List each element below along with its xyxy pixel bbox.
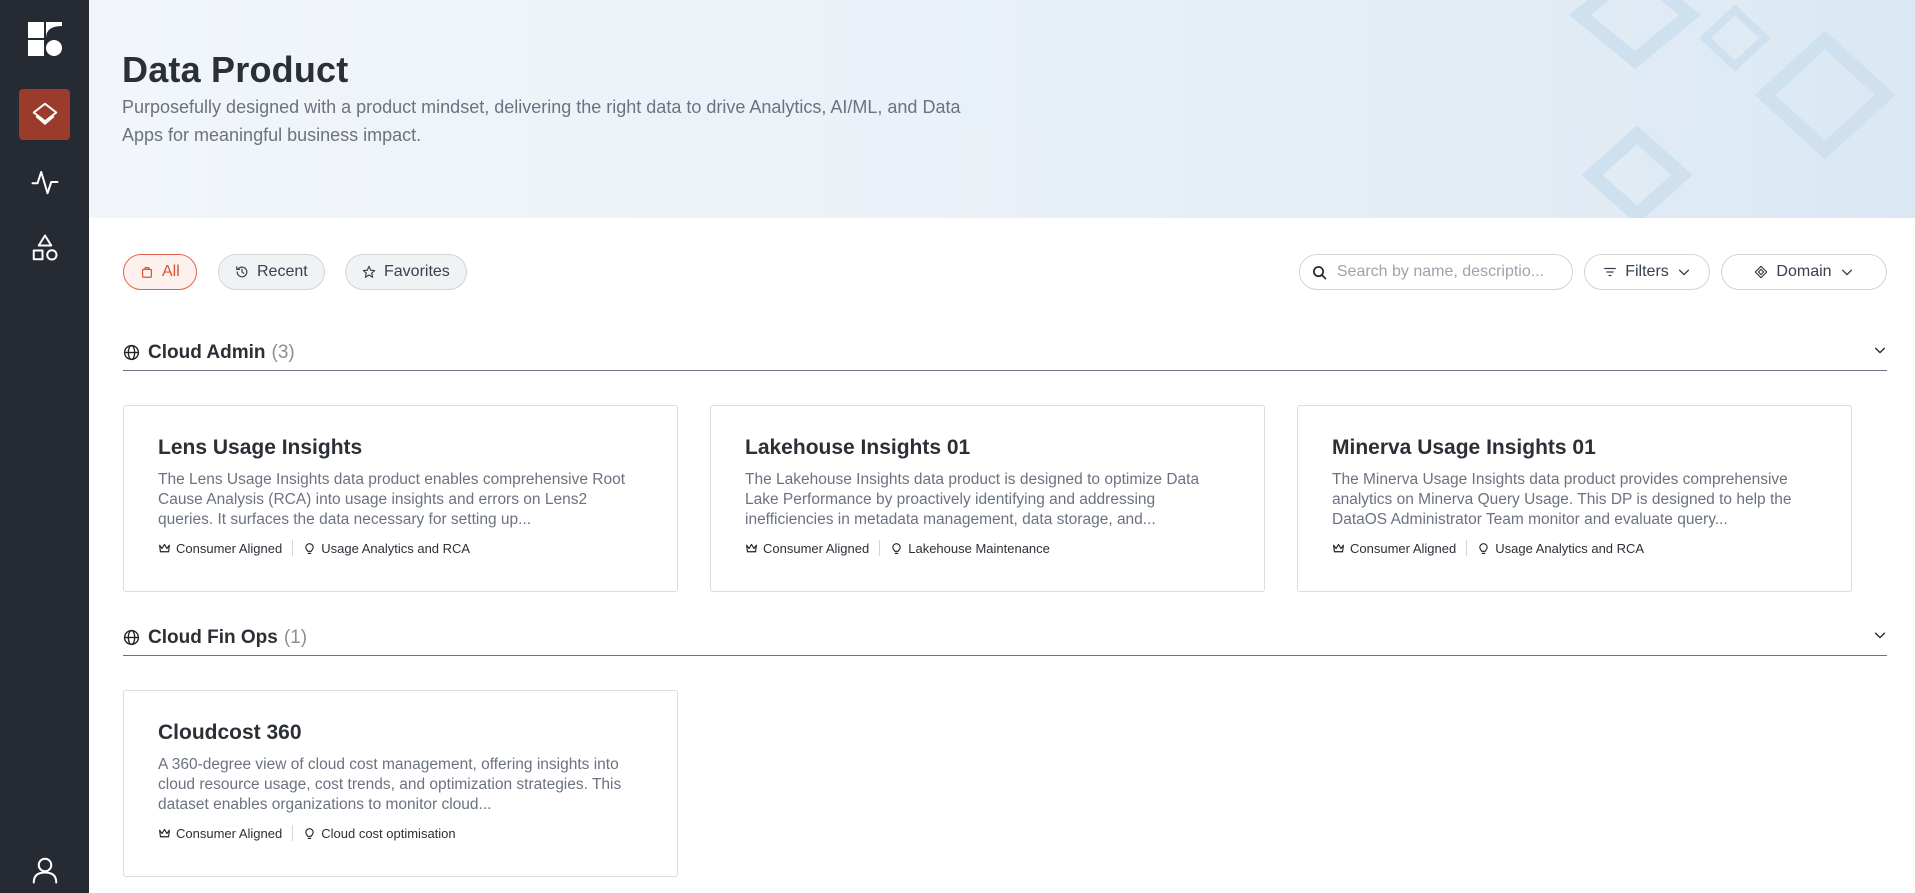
search-input[interactable] <box>1336 263 1560 281</box>
card-title: Lakehouse Insights 01 <box>745 436 971 459</box>
domain-icon <box>1755 265 1768 279</box>
product-card[interactable]: Lens Usage Insights The Lens Usage Insig… <box>123 405 678 592</box>
page-subtitle: Purposefully designed with a product min… <box>122 97 961 145</box>
product-card[interactable]: Cloudcost 360 A 360-degree view of cloud… <box>123 690 678 877</box>
tag-use-case: Usage Analytics and RCA <box>1477 541 1644 556</box>
lightbulb-icon <box>305 827 314 839</box>
card-tags: Consumer Aligned Cloud cost optimisation <box>158 825 643 841</box>
domain-dropdown[interactable]: Domain <box>1721 254 1887 290</box>
tag-alignment: Consumer Aligned <box>1332 541 1456 556</box>
card-title: Lens Usage Insights <box>158 436 363 459</box>
card-title: Cloudcost 360 <box>158 721 302 744</box>
card-description: The Minerva Usage Insights data product … <box>1332 471 1792 528</box>
tag-alignment: Consumer Aligned <box>158 826 282 841</box>
nav-profile[interactable] <box>19 844 70 893</box>
section-count: (1) <box>283 626 308 648</box>
search-box[interactable] <box>1299 254 1573 290</box>
lightbulb-icon <box>892 542 901 554</box>
section-name: Cloud Fin Ops <box>148 626 278 648</box>
bag-icon <box>142 267 152 278</box>
tab-all[interactable]: All <box>123 254 197 290</box>
app-root: Data Product Purposefully designed with … <box>0 0 1915 893</box>
card-description: The Lakehouse Insights data product is d… <box>745 471 1200 528</box>
tag-alignment-label: Consumer Aligned <box>1350 540 1457 556</box>
tag-alignment-label: Consumer Aligned <box>763 540 870 556</box>
card-tags: Consumer Aligned Usage Analytics and RCA <box>158 540 643 556</box>
tag-alignment-label: Consumer Aligned <box>176 540 283 556</box>
filters-dropdown[interactable]: Filters <box>1584 254 1710 290</box>
section-header-cloud-admin[interactable]: Cloud Admin (3) <box>123 335 1887 371</box>
crown-icon <box>1333 543 1344 552</box>
globe-icon <box>123 629 140 646</box>
tag-use-case-label: Usage Analytics and RCA <box>321 540 471 556</box>
card-description: The Lens Usage Insights data product ena… <box>158 471 626 528</box>
activity-icon <box>31 170 58 194</box>
filter-icon <box>1604 267 1617 277</box>
tag-use-case: Lakehouse Maintenance <box>890 541 1050 556</box>
tab-recent[interactable]: Recent <box>218 254 325 290</box>
lightbulb-icon <box>305 542 314 554</box>
divider <box>292 540 294 556</box>
sidebar <box>0 0 89 893</box>
chevron-down-icon <box>1841 269 1852 276</box>
tag-alignment: Consumer Aligned <box>745 541 869 556</box>
tag-use-case-label: Cloud cost optimisation <box>321 825 456 841</box>
layers-icon <box>32 102 57 125</box>
divider <box>879 540 881 556</box>
nav-activity[interactable] <box>19 156 70 207</box>
chevron-down-icon <box>1678 269 1689 276</box>
nav-shapes[interactable] <box>19 222 70 273</box>
section-count: (3) <box>271 341 295 363</box>
card-tags: Consumer Aligned Lakehouse Maintenance <box>745 540 1230 556</box>
domain-label: Domain <box>1776 263 1832 280</box>
lightbulb-icon <box>1479 542 1488 554</box>
tab-all-label: All <box>162 263 180 280</box>
card-tags: Consumer Aligned Usage Analytics and RCA <box>1332 540 1817 556</box>
tab-favorites-label: Favorites <box>384 263 450 280</box>
divider <box>292 825 294 841</box>
shapes-icon <box>32 234 58 261</box>
tag-use-case: Usage Analytics and RCA <box>303 541 470 556</box>
divider <box>1466 540 1468 556</box>
header-decoration <box>1568 0 1896 218</box>
product-card[interactable]: Lakehouse Insights 01 The Lakehouse Insi… <box>710 405 1265 592</box>
card-title: Minerva Usage Insights 01 <box>1332 436 1596 459</box>
tab-favorites[interactable]: Favorites <box>345 254 467 290</box>
section-header-cloud-fin-ops[interactable]: Cloud Fin Ops (1) <box>123 620 1887 656</box>
tab-recent-label: Recent <box>257 263 308 280</box>
chevron-down-icon[interactable] <box>1873 628 1887 642</box>
logo[interactable] <box>26 20 64 58</box>
filters-label: Filters <box>1625 263 1669 280</box>
chevron-down-icon[interactable] <box>1873 343 1887 357</box>
card-description: A 360-degree view of cloud cost manageme… <box>158 756 622 813</box>
tag-use-case-label: Lakehouse Maintenance <box>908 540 1050 556</box>
tag-use-case: Cloud cost optimisation <box>303 825 456 841</box>
star-icon <box>362 265 376 278</box>
product-card[interactable]: Minerva Usage Insights 01 The Minerva Us… <box>1297 405 1852 592</box>
tag-alignment: Consumer Aligned <box>158 541 282 556</box>
tag-alignment-label: Consumer Aligned <box>176 825 283 841</box>
crown-icon <box>746 543 757 552</box>
tag-use-case-label: Usage Analytics and RCA <box>1495 540 1645 556</box>
history-icon <box>236 266 248 278</box>
section-name: Cloud Admin <box>148 341 266 363</box>
user-icon <box>32 857 57 883</box>
search-icon <box>1313 265 1327 279</box>
globe-icon <box>123 344 140 361</box>
page-title: Data Product <box>122 49 349 90</box>
crown-icon <box>159 543 170 552</box>
crown-icon <box>159 828 170 837</box>
page-header: Data Product Purposefully designed with … <box>89 0 1915 218</box>
nav-data-products[interactable] <box>19 89 70 140</box>
